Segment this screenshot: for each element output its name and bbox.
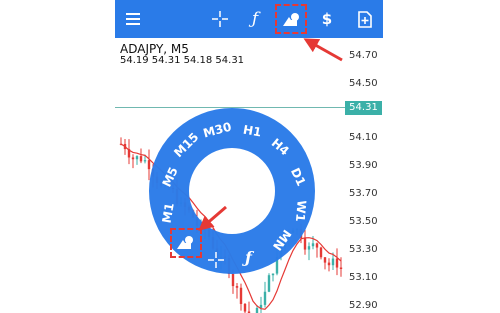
annotation-arrows bbox=[198, 38, 343, 231]
arrow-to-wheel-objects bbox=[198, 205, 227, 231]
arrow-to-toolbar-objects bbox=[303, 38, 343, 62]
